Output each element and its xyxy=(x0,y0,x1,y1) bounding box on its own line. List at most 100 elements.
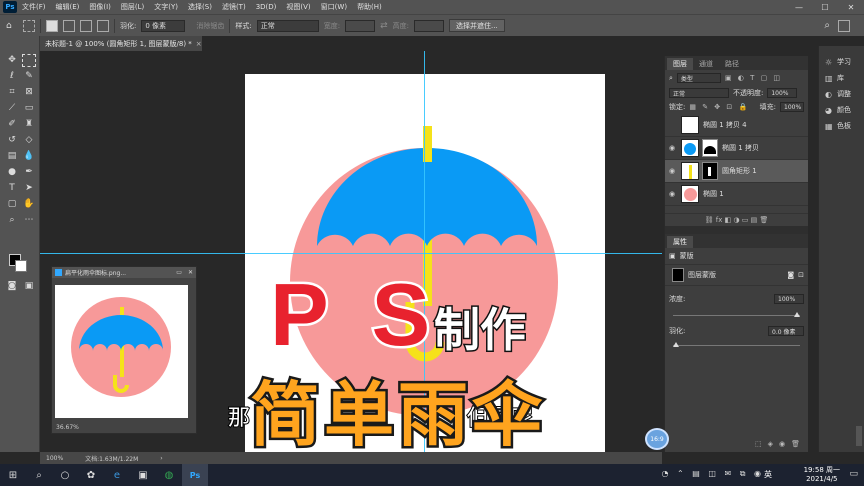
load-selection-icon[interactable]: ⬚ xyxy=(755,440,762,448)
notifications-icon[interactable]: ▭ xyxy=(849,469,858,479)
pixel-mask-icon[interactable]: ▣ xyxy=(669,252,676,260)
search-icon[interactable]: ⌕ xyxy=(26,464,52,486)
brush-tool-icon[interactable]: ✐ xyxy=(5,118,19,131)
slider-handle-icon[interactable] xyxy=(794,312,800,317)
background-color-swatch[interactable] xyxy=(15,260,27,272)
blend-mode-select[interactable]: 正常 xyxy=(669,88,729,98)
reference-window[interactable]: 扁平化雨伞图标.png... ▭ ✕ 36.67% xyxy=(51,266,197,434)
reference-window-titlebar[interactable]: 扁平化雨伞图标.png... ▭ ✕ xyxy=(52,267,196,278)
style-select[interactable]: 正常 xyxy=(256,19,319,32)
menu-filter[interactable]: 滤镜(T) xyxy=(217,2,251,12)
quick-mask-icon[interactable]: ◙ xyxy=(5,280,19,293)
chrome-browser-icon[interactable]: ◍ xyxy=(156,464,182,486)
layer-row[interactable] xyxy=(665,206,808,214)
dodge-tool-icon[interactable]: ● xyxy=(5,166,19,179)
menu-image[interactable]: 图像(I) xyxy=(84,2,116,12)
intersect-selection-icon[interactable] xyxy=(97,19,109,32)
crop-tool-icon[interactable]: ⌗ xyxy=(5,86,19,99)
eyedropper-icon[interactable]: ⟋ xyxy=(5,102,19,115)
subtract-selection-icon[interactable] xyxy=(80,19,92,32)
frame-tool-icon[interactable]: ⊠ xyxy=(22,86,36,99)
ime-indicator[interactable]: 英 xyxy=(764,469,772,480)
layer-row[interactable]: ◉ 椭圆 1 拷贝 xyxy=(665,137,808,160)
zoom-tool-icon[interactable]: ⌕ xyxy=(5,214,19,227)
layer-row-selected[interactable]: ◉ 圆角矩形 1 xyxy=(665,160,808,183)
horizontal-guide[interactable] xyxy=(40,253,662,254)
eraser-tool-icon[interactable]: ◇ xyxy=(22,134,36,147)
status-doc-size[interactable]: 文档:1.63M/1.22M xyxy=(85,454,138,463)
menu-window[interactable]: 窗口(W) xyxy=(316,2,352,12)
panel-adjustments[interactable]: ◐ 调整 xyxy=(819,86,864,102)
width-input[interactable] xyxy=(345,19,376,32)
menu-view[interactable]: 视图(V) xyxy=(281,2,315,12)
photoshop-taskbar-icon[interactable]: Ps xyxy=(182,464,208,486)
mask-feather-input[interactable]: 0.0 像素 xyxy=(768,326,804,336)
panel-color[interactable]: ◕ 颜色 xyxy=(819,102,864,118)
add-selection-icon[interactable] xyxy=(63,19,75,32)
tab-layers[interactable]: 图层 xyxy=(667,58,693,70)
feather-slider[interactable] xyxy=(673,342,800,350)
panel-swatches[interactable]: ▦ 色板 xyxy=(819,118,864,134)
layer-row[interactable]: ◉ 椭圆 1 xyxy=(665,183,808,206)
close-icon[interactable]: ✕ xyxy=(185,269,196,276)
swap-icon[interactable]: ⇄ xyxy=(380,21,388,31)
fill-input[interactable]: 100% xyxy=(780,102,804,112)
path-select-icon[interactable]: ➤ xyxy=(22,182,36,195)
new-selection-icon[interactable] xyxy=(46,19,58,32)
add-vector-mask-icon[interactable]: ⊡ xyxy=(798,271,804,279)
app-pinwheel-icon[interactable]: ✿ xyxy=(78,464,104,486)
marquee-preset-icon[interactable] xyxy=(23,19,35,32)
eye-icon[interactable]: ◉ xyxy=(665,144,679,152)
minimize-icon[interactable]: ▭ xyxy=(173,269,185,276)
lasso-tool-icon[interactable]: ℓ xyxy=(5,70,19,83)
pen-tool-icon[interactable]: ✒ xyxy=(22,166,36,179)
eye-icon[interactable]: ◉ xyxy=(665,190,679,198)
menu-type[interactable]: 文字(Y) xyxy=(149,2,183,12)
tab-channels[interactable]: 通道 xyxy=(693,58,719,70)
blur-tool-icon[interactable]: 💧 xyxy=(22,150,36,163)
feather-input[interactable]: 0 像素 xyxy=(141,19,186,32)
task-view-icon[interactable]: ○ xyxy=(52,464,78,486)
minimize-button[interactable]: — xyxy=(786,0,812,14)
close-button[interactable]: ✕ xyxy=(838,0,864,14)
patch-tool-icon[interactable]: ▭ xyxy=(22,102,36,115)
search-icon[interactable]: ⌕ xyxy=(824,20,830,31)
screen-mode-icon[interactable]: ▣ xyxy=(22,280,36,293)
quick-select-icon[interactable]: ✎ xyxy=(22,70,36,83)
hand-tool-icon[interactable]: ✋ xyxy=(22,198,36,211)
menu-help[interactable]: 帮助(H) xyxy=(352,2,387,12)
opacity-input[interactable]: 100% xyxy=(767,88,798,98)
marquee-tool-icon[interactable] xyxy=(22,54,36,67)
maximize-button[interactable]: ☐ xyxy=(812,0,838,14)
system-clock[interactable]: 19:58 周一 2021/4/5 xyxy=(804,466,840,484)
add-pixel-mask-icon[interactable]: ◙ xyxy=(787,271,794,279)
density-input[interactable]: 100% xyxy=(774,294,804,304)
status-zoom[interactable]: 100% xyxy=(46,455,63,462)
move-tool-icon[interactable]: ✥ xyxy=(5,54,19,67)
store-icon[interactable]: ▣ xyxy=(130,464,156,486)
windows-start-icon[interactable]: ⊞ xyxy=(0,464,26,486)
shape-tool-icon[interactable]: ▢ xyxy=(5,198,19,211)
menu-select[interactable]: 选择(S) xyxy=(183,2,217,12)
menu-layer[interactable]: 图层(L) xyxy=(116,2,149,12)
gradient-tool-icon[interactable]: ▤ xyxy=(5,150,19,163)
edge-browser-icon[interactable]: e xyxy=(104,464,130,486)
workspace-icon[interactable] xyxy=(838,20,850,32)
select-and-mask-button[interactable]: 选择并遮住... xyxy=(448,19,505,32)
slider-handle-icon[interactable] xyxy=(673,342,679,347)
type-tool-icon[interactable]: T xyxy=(5,182,19,195)
tray-icons[interactable]: ◔ ⌃ ▤ ◫ ✉ ⧉ ◉ xyxy=(662,469,764,479)
close-tab-icon[interactable]: × xyxy=(196,40,202,48)
panel-learn[interactable]: ☼ 学习 xyxy=(819,54,864,70)
menu-3d[interactable]: 3D(D) xyxy=(251,3,282,11)
lock-icons[interactable]: ▦ ✎ ✥ ⊡ 🔒 xyxy=(689,103,749,111)
eye-icon[interactable]: ◉ xyxy=(665,167,679,175)
tab-properties[interactable]: 属性 xyxy=(667,236,693,248)
apply-mask-icon[interactable]: ◈ xyxy=(768,440,773,448)
properties-footer-icons[interactable]: ⬚ ◈ ◉ 🗑 xyxy=(751,440,804,448)
tab-paths[interactable]: 路径 xyxy=(719,58,745,70)
layer-row[interactable]: 椭圆 1 拷贝 4 xyxy=(665,114,808,137)
density-slider[interactable] xyxy=(673,312,800,320)
document-tab[interactable]: 未标题-1 @ 100% (圆角矩形 1, 图层蒙版/8) * × xyxy=(40,36,202,51)
filter-icons[interactable]: ▣ ◐ T ▢ ◫ xyxy=(725,74,782,82)
